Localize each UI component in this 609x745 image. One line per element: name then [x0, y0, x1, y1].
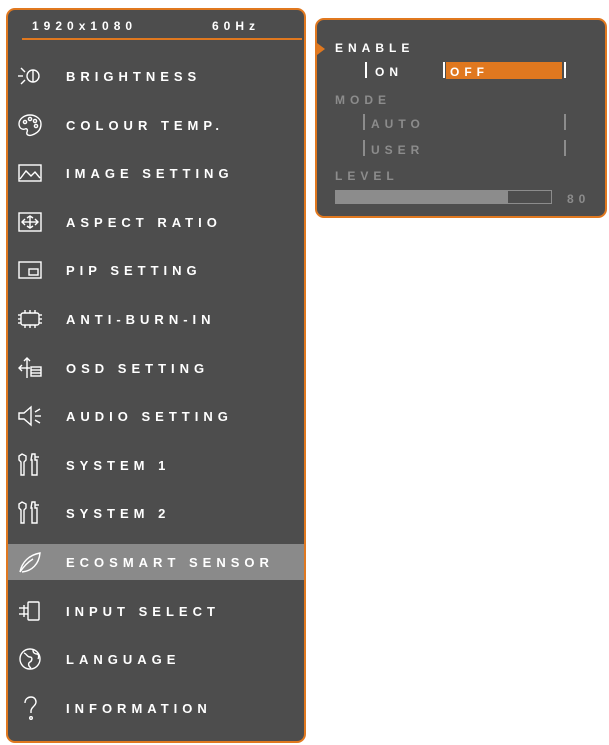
menu-item-language[interactable]: LANGUAGE — [8, 641, 304, 677]
menu-item-osd-setting[interactable]: OSD SETTING — [8, 350, 304, 386]
menu-item-ecosmart-sensor[interactable]: ECOSMART SENSOR — [8, 544, 304, 580]
signal-status: 1920x1080 60Hz — [32, 19, 302, 33]
palette-icon — [16, 111, 44, 139]
selection-arrow-icon — [317, 43, 325, 55]
aspect-ratio-icon — [16, 208, 44, 236]
mode-label: MODE — [335, 93, 391, 107]
globe-icon — [16, 645, 44, 673]
menu-item-label: PIP SETTING — [66, 263, 202, 279]
level-slider-fill — [336, 191, 508, 203]
menu-item-system-1[interactable]: SYSTEM 1 — [8, 447, 304, 483]
option-divider — [365, 62, 367, 78]
tools-icon — [16, 451, 44, 479]
pip-icon — [16, 256, 44, 284]
menu-item-label: ECOSMART SENSOR — [66, 555, 274, 570]
enable-on-option[interactable]: ON — [375, 65, 403, 79]
enable-label: ENABLE — [335, 41, 415, 55]
option-divider — [564, 114, 566, 130]
menu-item-pip-setting[interactable]: PIP SETTING — [8, 252, 304, 288]
level-slider[interactable] — [335, 190, 552, 204]
menu-item-system-2[interactable]: SYSTEM 2 — [8, 495, 304, 531]
mode-auto-option[interactable]: AUTO — [371, 117, 425, 131]
question-icon — [16, 694, 44, 722]
menu-item-label: ANTI-BURN-IN — [66, 312, 216, 327]
menu-item-colour-temp[interactable]: COLOUR TEMP. — [8, 107, 304, 143]
menu-item-aspect-ratio[interactable]: ASPECT RATIO — [8, 204, 304, 240]
level-label: LEVEL — [335, 169, 399, 183]
brightness-icon — [16, 62, 44, 90]
menu-item-label: SYSTEM 1 — [66, 457, 171, 473]
level-value: 80 — [567, 192, 591, 206]
menu-item-label: ASPECT RATIO — [66, 214, 222, 230]
speaker-icon — [16, 402, 44, 430]
menu-item-brightness[interactable]: BRIGHTNESS — [8, 58, 304, 94]
mode-user-option[interactable]: USER — [371, 143, 424, 157]
refresh-rate-text: 60Hz — [212, 19, 261, 33]
osd-icon — [16, 354, 44, 382]
tools-icon — [16, 499, 44, 527]
menu-item-label: SYSTEM 2 — [66, 506, 171, 522]
option-divider — [564, 140, 566, 156]
main-menu: 1920x1080 60Hz BRIGHTNESS COLOUR TEMP. IMA… — [6, 8, 306, 743]
menu-item-anti-burn-in[interactable]: ANTI-BURN-IN — [8, 301, 304, 337]
menu-item-audio-setting[interactable]: AUDIO SETTING — [8, 398, 304, 434]
menu-item-image-setting[interactable]: IMAGE SETTING — [8, 155, 304, 191]
chip-icon — [16, 305, 44, 333]
leaf-icon — [16, 548, 44, 576]
option-divider — [363, 140, 365, 156]
menu-item-label: AUDIO SETTING — [66, 409, 233, 425]
status-divider — [22, 38, 302, 40]
image-icon — [16, 159, 44, 187]
menu-item-input-select[interactable]: INPUT SELECT — [8, 593, 304, 629]
option-divider — [363, 114, 365, 130]
ecosmart-submenu: ENABLE ON OFF MODE AUTO USER LEVEL 80 — [315, 18, 607, 218]
plug-icon — [16, 597, 44, 625]
resolution-text: 1920x1080 — [32, 19, 138, 33]
menu-item-label: COLOUR TEMP. — [66, 117, 224, 133]
menu-item-label: INPUT SELECT — [66, 603, 220, 619]
menu-item-information[interactable]: INFORMATION — [8, 690, 304, 726]
option-divider — [564, 62, 566, 78]
option-divider — [443, 62, 445, 78]
menu-item-label: BRIGHTNESS — [66, 69, 202, 84]
menu-item-label: IMAGE SETTING — [66, 166, 234, 182]
menu-item-label: LANGUAGE — [66, 652, 181, 668]
enable-off-option[interactable]: OFF — [450, 65, 489, 79]
menu-item-label: OSD SETTING — [66, 360, 210, 376]
menu-item-label: INFORMATION — [66, 700, 212, 716]
